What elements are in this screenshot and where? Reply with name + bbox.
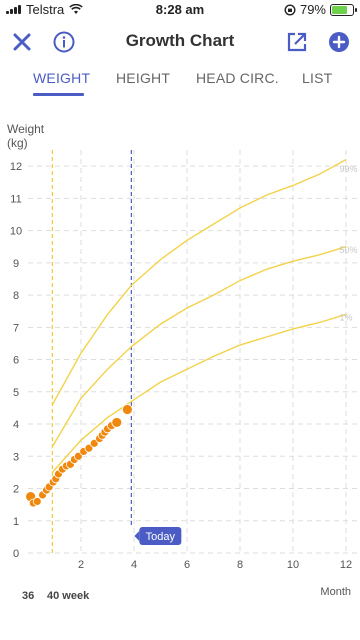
status-bar: Telstra 8:28 am 79% (0, 0, 360, 20)
percentile-curve (51, 159, 347, 406)
y-tick-label: 4 (13, 419, 19, 431)
percentile-label: 50% (340, 245, 358, 255)
y-tick-label: 10 (10, 226, 22, 238)
share-button[interactable] (283, 28, 311, 56)
tab-list[interactable]: LIST (302, 70, 332, 86)
percentile-curve (51, 313, 347, 473)
y-tick-label: 11 (10, 193, 21, 205)
percentile-label: 1% (340, 312, 353, 322)
y-tick-label: 1 (13, 516, 19, 528)
growth-chart: 01234567891011122 4 6 8 10 12Month99%50%1%Tod… (10, 150, 360, 598)
x-tick-label: 8 (237, 559, 243, 571)
status-right: 79% (284, 2, 357, 17)
y-tick-label: 5 (13, 387, 19, 399)
y-tick-label: 3 (13, 451, 19, 463)
tab-head-circ[interactable]: HEAD CIRC. (196, 70, 279, 86)
battery-fill (332, 5, 347, 14)
tab-bar: WEIGHT HEIGHT HEAD CIRC. LIST (0, 66, 360, 98)
percentile-label: 99% (340, 164, 358, 174)
add-icon (329, 32, 349, 52)
y-tick-label: 2 (13, 484, 19, 496)
x-tick-label: 6 (184, 559, 190, 571)
y-tick-label: 8 (13, 290, 19, 302)
weight-measurement-point (32, 497, 42, 506)
weight-measurement-point (121, 404, 133, 415)
y-tick-label: 12 (10, 161, 22, 173)
x-tick-label: 2 (78, 559, 84, 571)
weight-measurement-point (111, 417, 123, 428)
add-button[interactable] (325, 28, 353, 56)
y-tick-label: 0 (13, 548, 19, 560)
y-tick-label: 6 (13, 355, 19, 367)
tab-weight[interactable]: WEIGHT (33, 70, 90, 86)
x-tick-label: 4 (131, 559, 137, 571)
orientation-lock-icon (284, 3, 296, 16)
active-tab-indicator (33, 93, 84, 96)
x-tick-label: 10 (287, 559, 299, 571)
x-axis-title: Month (320, 586, 351, 598)
share-icon (287, 32, 307, 52)
gestation-week-36-label: 36 (22, 590, 35, 602)
y-tick-label: 7 (13, 322, 19, 334)
gestation-week-40-label: 40 week (47, 590, 90, 602)
tab-height[interactable]: HEIGHT (116, 70, 170, 86)
today-label: Today (146, 531, 176, 543)
nav-bar: Growth Chart (0, 22, 360, 62)
y-tick-label: 9 (13, 258, 19, 270)
today-badge-pointer (134, 531, 140, 541)
percentile-curve (51, 246, 347, 447)
battery-percent: 79% (299, 2, 326, 17)
x-tick-label: 12 (340, 559, 352, 571)
battery-icon (330, 3, 357, 16)
